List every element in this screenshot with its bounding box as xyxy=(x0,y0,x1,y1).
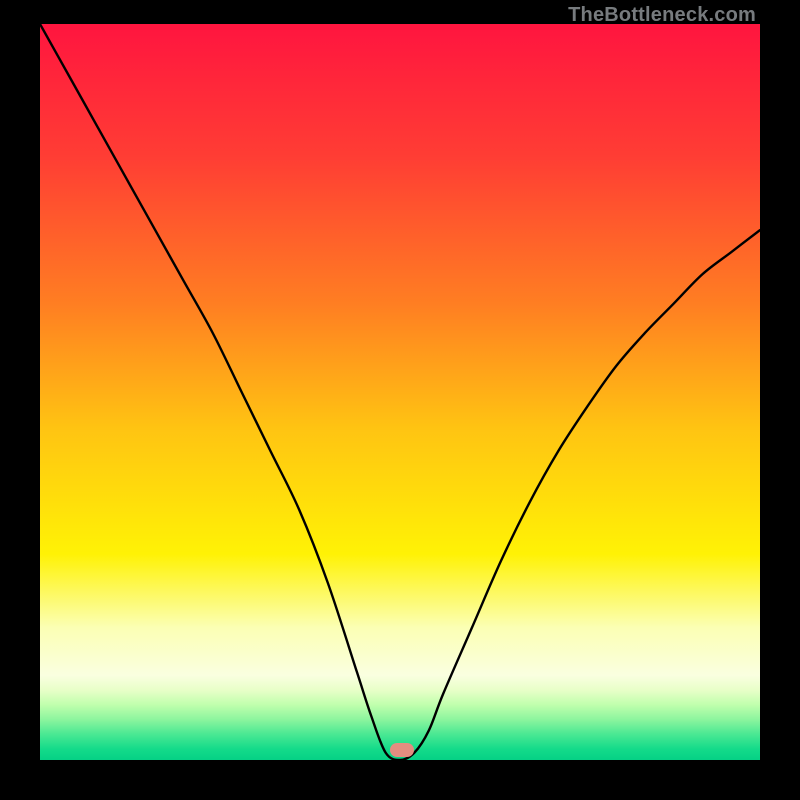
watermark: TheBottleneck.com xyxy=(568,4,756,27)
plot-area xyxy=(40,24,760,760)
bottleneck-curve xyxy=(40,24,760,760)
chart-frame: TheBottleneck.com xyxy=(0,0,800,800)
optimal-marker xyxy=(390,743,414,757)
